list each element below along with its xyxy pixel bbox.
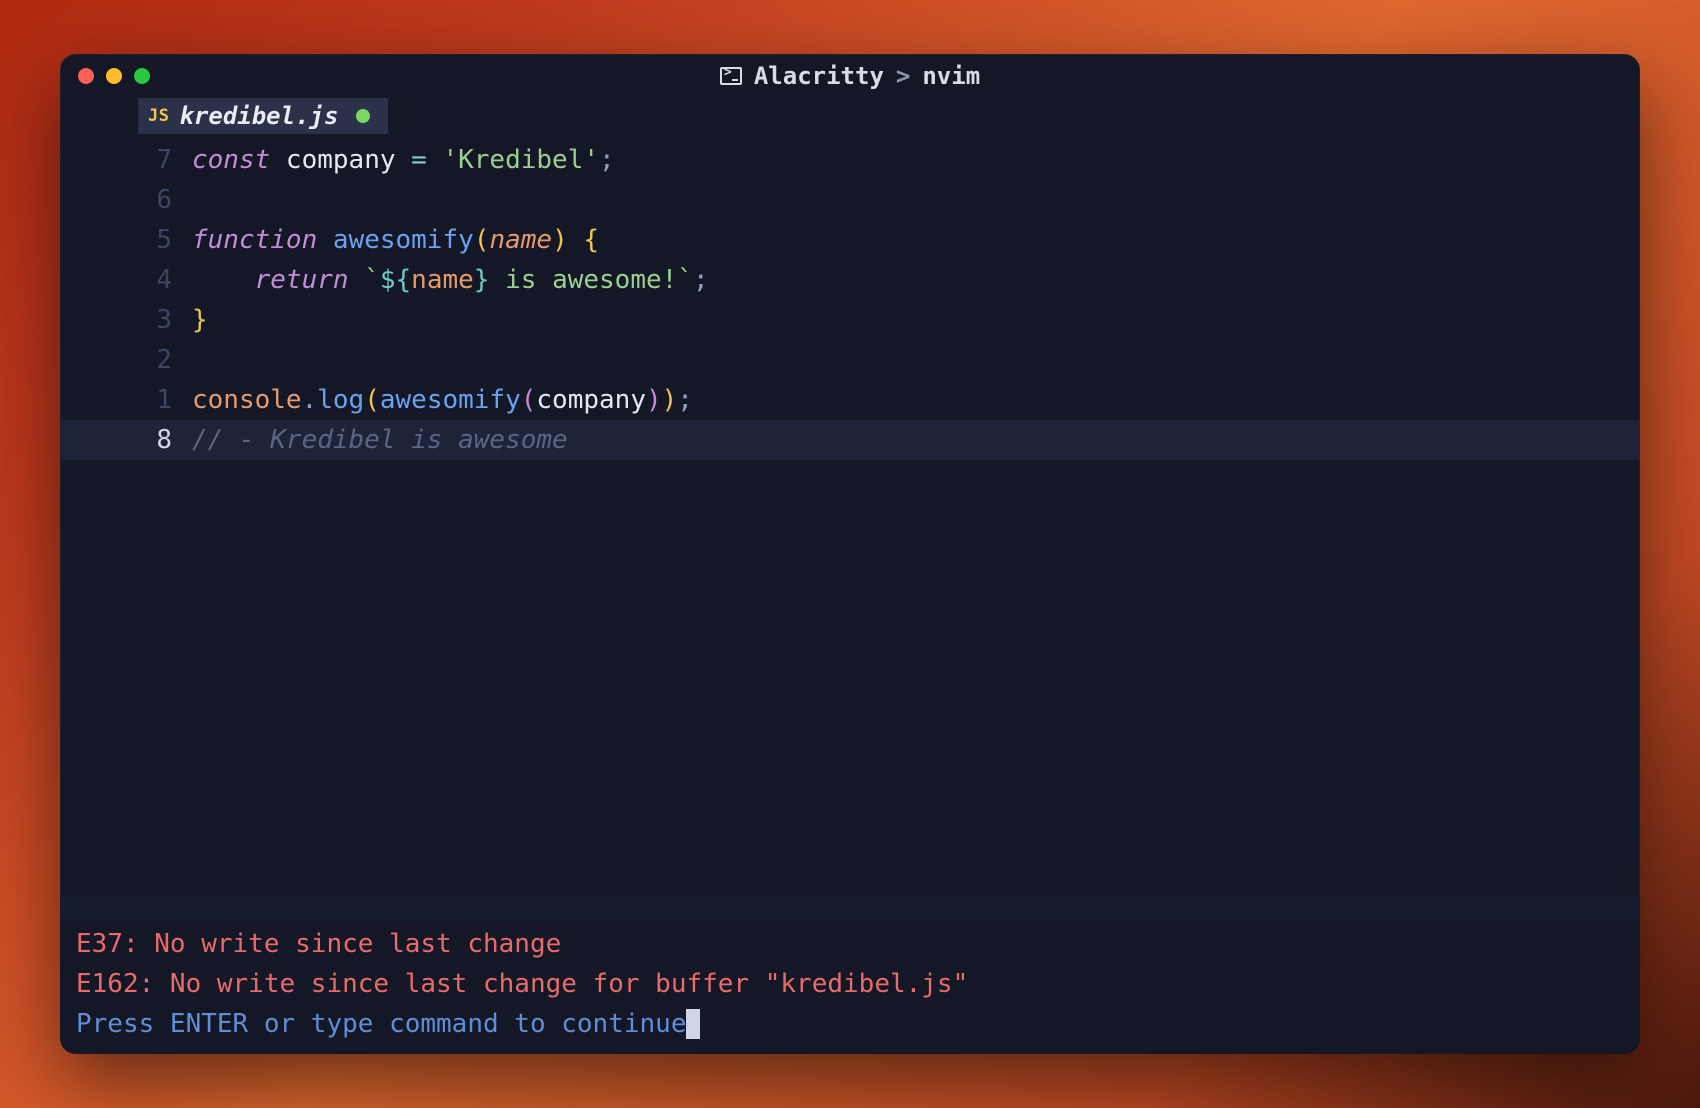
code-content [192,180,1640,220]
message-area: E37: No write since last change E162: No… [60,920,1640,1054]
code-content: } [192,300,1640,340]
filetype-icon: JS [148,106,169,126]
code-line: 3 } [60,300,1640,340]
window-titlebar: Alacritty > nvim [60,54,1640,98]
process-name: nvim [922,62,980,90]
code-line: 4 return `${name} is awesome!`; [60,260,1640,300]
code-line: 5 function awesomify(name) { [60,220,1640,260]
code-line: 1 console.log(awesomify(company)); [60,380,1640,420]
terminal-icon [720,67,742,85]
buffer-tab[interactable]: JS kredibel.js [138,98,388,134]
code-line: 2 [60,340,1640,380]
error-message: E37: No write since last change [76,924,1624,964]
window-title: Alacritty > nvim [60,62,1640,90]
buffer-filename: kredibel.js [179,102,338,130]
statusline-separator [60,896,1640,920]
zoom-button[interactable] [134,68,150,84]
minimize-button[interactable] [106,68,122,84]
cursor-icon [686,1009,700,1039]
buffer-tabbar: JS kredibel.js [60,98,1640,134]
code-content: console.log(awesomify(company)); [192,380,1640,420]
error-message: E162: No write since last change for buf… [76,964,1624,1004]
code-line-current: 8 // - Kredibel is awesome [60,420,1640,460]
code-line: 7 const company = 'Kredibel'; [60,140,1640,180]
code-content [192,340,1640,380]
code-line: 6 [60,180,1640,220]
code-content: // - Kredibel is awesome [192,420,1640,460]
code-content: const company = 'Kredibel'; [192,140,1640,180]
editor-area[interactable]: 7 const company = 'Kredibel'; 6 5 functi… [60,134,1640,896]
code-content: function awesomify(name) { [192,220,1640,260]
window-controls [78,68,150,84]
line-number: 4 [60,260,192,300]
close-button[interactable] [78,68,94,84]
app-name: Alacritty [754,62,884,90]
line-number: 3 [60,300,192,340]
line-number: 2 [60,340,192,380]
line-number: 5 [60,220,192,260]
code-content: return `${name} is awesome!`; [192,260,1640,300]
terminal-window: Alacritty > nvim JS kredibel.js 7 const … [60,54,1640,1054]
line-number: 6 [60,180,192,220]
modified-indicator-icon [356,109,370,123]
title-separator: > [896,62,910,90]
line-number: 7 [60,140,192,180]
line-number: 1 [60,380,192,420]
line-number: 8 [60,420,192,460]
press-enter-prompt[interactable]: Press ENTER or type command to continue [76,1004,1624,1044]
